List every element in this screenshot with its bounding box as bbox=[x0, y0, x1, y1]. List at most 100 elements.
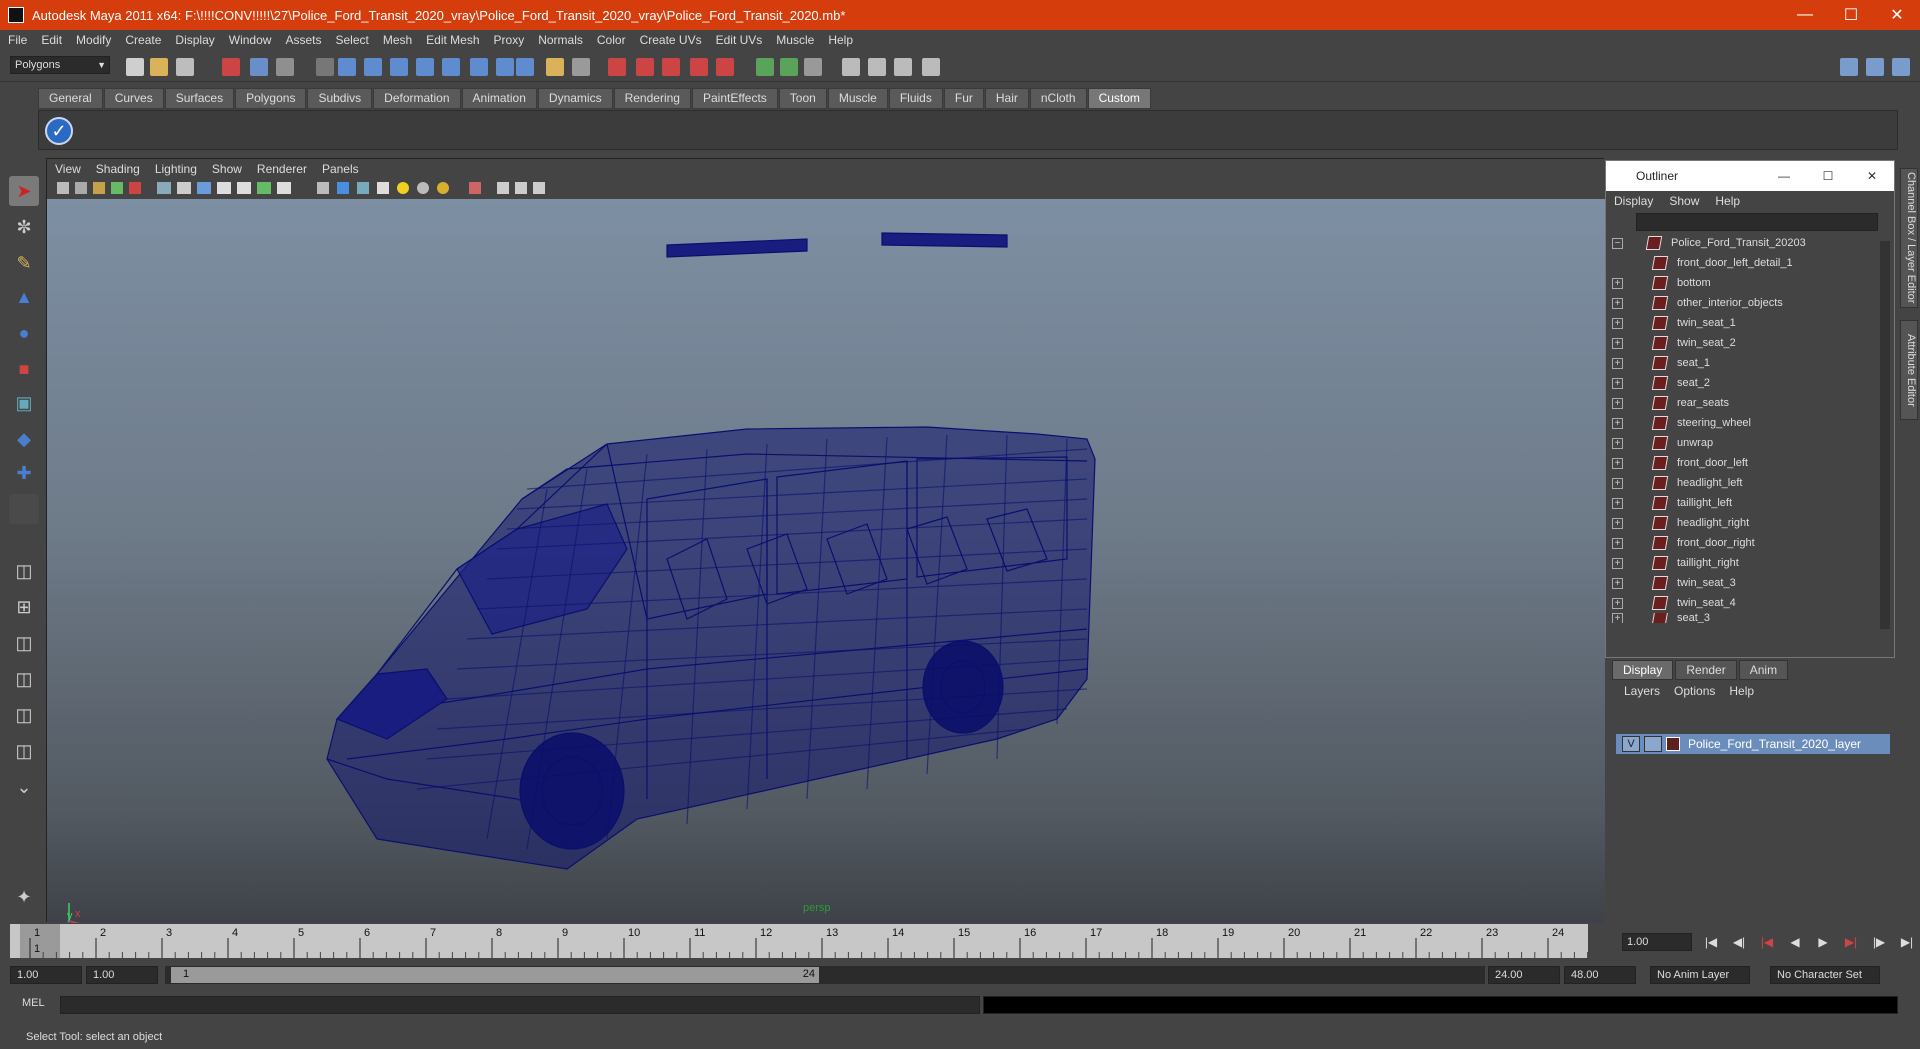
select-hierarchy-icon[interactable] bbox=[222, 58, 240, 76]
tab-polygons[interactable]: Polygons bbox=[235, 88, 307, 109]
four-pane-layout-icon[interactable]: ⊞ bbox=[9, 592, 39, 622]
go-to-end-icon[interactable]: ▶| bbox=[1896, 932, 1918, 952]
expand-icon[interactable]: + bbox=[1612, 537, 1623, 549]
viewport-canvas[interactable]: y x persp bbox=[47, 199, 1605, 923]
play-backward-icon[interactable]: ◀ bbox=[1784, 932, 1806, 952]
outliner-item[interactable]: + other_interior_objects bbox=[1606, 293, 1894, 313]
expand-icon[interactable]: + bbox=[1612, 613, 1623, 623]
go-to-start-icon[interactable]: |◀ bbox=[1700, 932, 1722, 952]
tab-painteffects[interactable]: PaintEffects bbox=[691, 88, 778, 109]
tab-fluids[interactable]: Fluids bbox=[888, 88, 943, 109]
make-live-icon[interactable] bbox=[442, 58, 460, 76]
snap-curve-icon[interactable] bbox=[364, 58, 382, 76]
range-slider-handle[interactable]: 1 24 bbox=[171, 967, 819, 983]
tab-display-layers[interactable]: Display bbox=[1612, 660, 1674, 680]
tab-custom[interactable]: Custom bbox=[1087, 88, 1151, 109]
menu-normals[interactable]: Normals bbox=[538, 33, 583, 47]
outliner-item[interactable]: + steering_wheel bbox=[1606, 413, 1894, 433]
snap-point-icon[interactable] bbox=[390, 58, 408, 76]
outliner-item[interactable]: + headlight_left bbox=[1606, 473, 1894, 493]
menu-create-uvs[interactable]: Create UVs bbox=[640, 33, 702, 47]
display-layer-row[interactable]: V Police_Ford_Transit_2020_layer bbox=[1616, 734, 1890, 754]
anim-layer-dropdown[interactable]: No Anim Layer bbox=[1650, 966, 1750, 984]
outliner-toggle-icon[interactable] bbox=[804, 58, 822, 76]
tab-channel-box[interactable]: Channel Box / Layer Editor bbox=[1900, 168, 1918, 308]
menu-window[interactable]: Window bbox=[229, 33, 272, 47]
soft-modification-icon[interactable]: ◆ bbox=[9, 424, 39, 454]
time-slider[interactable]: 1 2 3 4 5 6 7 8 9 10 11 12 13 14 15 16 17 18 19 20 21 22 23 24 1 bbox=[10, 924, 1602, 958]
expand-icon[interactable]: + bbox=[1612, 397, 1623, 409]
tab-fur[interactable]: Fur bbox=[943, 88, 984, 109]
tab-general[interactable]: General bbox=[38, 88, 103, 109]
history-icon[interactable] bbox=[470, 58, 488, 76]
show-manipulator-icon[interactable]: ✚ bbox=[9, 458, 39, 488]
outliner-item[interactable]: + twin_seat_3 bbox=[1606, 573, 1894, 593]
layout-expand-icon[interactable]: ⌄ bbox=[9, 772, 39, 802]
menu-mesh[interactable]: Mesh bbox=[383, 33, 412, 47]
layer-menu-options[interactable]: Options bbox=[1674, 684, 1715, 698]
viewport-menu-view[interactable]: View bbox=[55, 162, 81, 176]
menu-set-dropdown[interactable]: Polygons ▼ bbox=[10, 56, 110, 74]
outliner-scrollbar[interactable] bbox=[1880, 241, 1890, 629]
render-region-icon[interactable] bbox=[572, 58, 590, 76]
menu-assets[interactable]: Assets bbox=[285, 33, 321, 47]
persp-graph-layout-icon[interactable]: ◫ bbox=[9, 664, 39, 694]
police-van-wireframe[interactable]: y x persp bbox=[47, 199, 1605, 923]
outliner-item[interactable]: + seat_1 bbox=[1606, 353, 1894, 373]
menu-edit[interactable]: Edit bbox=[41, 33, 62, 47]
close-icon[interactable]: ✕ bbox=[1850, 169, 1894, 183]
render-settings-icon[interactable] bbox=[662, 58, 680, 76]
viewport-icon-strip[interactable] bbox=[47, 179, 567, 199]
select-tool-icon[interactable]: ➤ bbox=[9, 176, 39, 206]
outliner-item[interactable]: − Police_Ford_Transit_20203 bbox=[1606, 233, 1894, 253]
outliner-menu-show[interactable]: Show bbox=[1669, 194, 1699, 208]
scale-tool-icon[interactable]: ■ bbox=[9, 354, 39, 384]
paint-select-tool-icon[interactable]: ✎ bbox=[9, 248, 39, 278]
playback-end-field[interactable]: 24.00 bbox=[1488, 966, 1560, 984]
layer-color-swatch[interactable] bbox=[1666, 737, 1680, 751]
viewport-menu-lighting[interactable]: Lighting bbox=[155, 162, 197, 176]
maximize-icon[interactable]: ☐ bbox=[1828, 0, 1874, 30]
move-tool-icon[interactable]: ▲ bbox=[9, 282, 39, 312]
animation-end-field[interactable]: 48.00 bbox=[1564, 966, 1636, 984]
render-current-icon[interactable] bbox=[608, 58, 626, 76]
layer-menu-layers[interactable]: Layers bbox=[1624, 684, 1660, 698]
range-slider[interactable]: 1 24 bbox=[165, 966, 1485, 984]
viewport-menu-show[interactable]: Show bbox=[212, 162, 242, 176]
expand-icon[interactable]: + bbox=[1612, 477, 1623, 489]
outliner-layout-icon[interactable]: ◫ bbox=[9, 736, 39, 766]
single-pane-layout-icon[interactable]: ◫ bbox=[9, 556, 39, 586]
outliner-item[interactable]: + twin_seat_4 bbox=[1606, 593, 1894, 613]
menu-muscle[interactable]: Muscle bbox=[776, 33, 814, 47]
outliner-item[interactable]: + headlight_right bbox=[1606, 513, 1894, 533]
lasso-tool-icon[interactable]: ✼ bbox=[9, 212, 39, 242]
outliner-menu-help[interactable]: Help bbox=[1715, 194, 1740, 208]
step-forward-icon[interactable]: |▶ bbox=[1868, 932, 1890, 952]
save-scene-icon[interactable] bbox=[176, 58, 194, 76]
tab-ncloth[interactable]: nCloth bbox=[1029, 88, 1087, 109]
side-by-side-layout-icon[interactable]: ◫ bbox=[9, 628, 39, 658]
tab-hair[interactable]: Hair bbox=[984, 88, 1029, 109]
hypershade-layout-icon[interactable]: ◫ bbox=[9, 700, 39, 730]
outliner-item[interactable]: + front_door_left bbox=[1606, 453, 1894, 473]
close-icon[interactable]: ✕ bbox=[1874, 0, 1920, 30]
tab-dynamics[interactable]: Dynamics bbox=[537, 88, 613, 109]
snap-plane-icon[interactable] bbox=[416, 58, 434, 76]
outliner-item[interactable]: + bottom bbox=[1606, 273, 1894, 293]
outliner-item[interactable]: + twin_seat_1 bbox=[1606, 313, 1894, 333]
tab-toon[interactable]: Toon bbox=[778, 88, 827, 109]
outliner-item[interactable]: + seat_2 bbox=[1606, 373, 1894, 393]
select-object-icon[interactable] bbox=[250, 58, 268, 76]
check-icon[interactable]: ✓ bbox=[45, 117, 73, 145]
layer-visibility-toggle[interactable]: V bbox=[1622, 736, 1640, 752]
expand-icon[interactable]: + bbox=[1612, 337, 1623, 349]
menu-select[interactable]: Select bbox=[335, 33, 368, 47]
layout-four-icon[interactable] bbox=[1866, 58, 1884, 76]
viewport-menu-renderer[interactable]: Renderer bbox=[257, 162, 307, 176]
minimize-icon[interactable]: — bbox=[1762, 169, 1806, 183]
expand-icon[interactable]: + bbox=[1612, 357, 1623, 369]
tab-rendering[interactable]: Rendering bbox=[613, 88, 691, 109]
script-editor-icon[interactable] bbox=[842, 58, 860, 76]
expand-icon[interactable]: + bbox=[1612, 277, 1623, 289]
outliner-filter-input[interactable] bbox=[1636, 213, 1878, 231]
